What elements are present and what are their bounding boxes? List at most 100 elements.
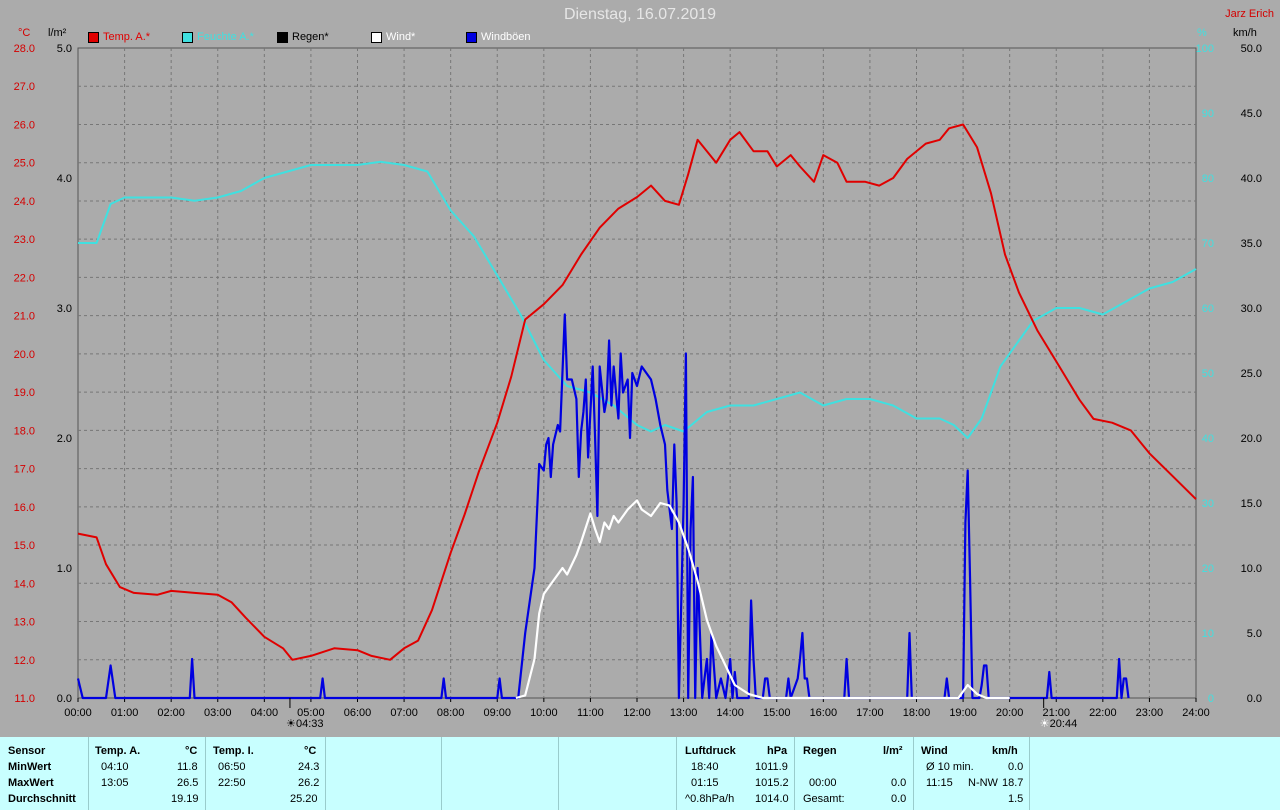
grid (77, 47, 1197, 699)
temp-tick-label: 17.0 (14, 464, 35, 476)
humidity-tick-label: 20 (1202, 563, 1214, 575)
x-tick-label: 17:00 (856, 707, 884, 719)
wind-tick-label: 5.0 (1247, 628, 1262, 640)
temp-tick-label: 26.0 (14, 119, 35, 131)
unit-pct-label: % (1197, 27, 1207, 39)
x-tick-label: 09:00 (483, 707, 511, 719)
rain-tick-label: 1.0 (57, 563, 72, 575)
wind-header: Wind (921, 745, 948, 757)
author-label: Jarz Erich (1225, 8, 1274, 20)
wind-tick-label: 10.0 (1241, 563, 1262, 575)
stats-col-empty-2 (441, 737, 559, 810)
stats-row-avg: Durchschnitt (8, 793, 76, 805)
stats-col-empty-1 (325, 737, 442, 810)
weather-chart: 00:00 01:00 02:00 03:00 04:00 05:00 06:00 07:00… (14, 43, 1262, 730)
x-tick-label: 08:00 (437, 707, 465, 719)
temp-tick-label: 25.0 (14, 158, 35, 170)
pressure-min-time: 18:40 (691, 761, 719, 773)
pressure-max-time: 01:15 (691, 777, 719, 789)
pressure-unit: hPa (767, 745, 788, 757)
x-tick-label: 06:00 (344, 707, 372, 719)
rain-tick-label: 3.0 (57, 303, 72, 315)
x-tick-label: 02:00 (157, 707, 185, 719)
wind-tick-label: 35.0 (1241, 238, 1262, 250)
temp-a-max: 26.5 (177, 777, 199, 789)
wind-avg10: 0.0 (1008, 761, 1024, 773)
x-tick-label: 24:00 (1182, 707, 1210, 719)
rain-unit: l/m² (883, 745, 903, 757)
sunset-label: 20:44 (1050, 718, 1078, 730)
legend-label-temp: Temp. A.* (103, 31, 151, 43)
temp-tick-label: 24.0 (14, 196, 35, 208)
rain-total: 0.0 (891, 793, 907, 805)
legend-temp[interactable]: Temp. A.* (88, 31, 150, 43)
x-tick-label: 14:00 (716, 707, 744, 719)
temp-tick-label: 19.0 (14, 387, 35, 399)
stats-col-empty-3 (558, 737, 677, 810)
wind-tick-label: 20.0 (1241, 433, 1262, 445)
wind-tick-label: 0.0 (1247, 693, 1262, 705)
stats-col-rain: Regen l/m² 00:00 0.0 Gesamt: 0.0 (794, 737, 914, 810)
x-tick-label: 22:00 (1089, 707, 1117, 719)
pressure-trend-value: 1014.0 (755, 793, 789, 805)
temp-i-unit: °C (304, 745, 317, 757)
humidity-tick-label: 100 (1196, 43, 1214, 55)
legend-wind[interactable]: Wind* (371, 31, 415, 43)
rain-max-time: 00:00 (809, 777, 837, 789)
wind-tick-label: 50.0 (1241, 43, 1262, 55)
x-tick-label: 18:00 (903, 707, 931, 719)
humidity-tick-label: 0 (1208, 693, 1214, 705)
humidity-tick-label: 50 (1202, 368, 1214, 380)
sunrise-icon: ☀ (286, 718, 296, 730)
x-tick-label: 19:00 (949, 707, 977, 719)
temp-a-min: 11.8 (177, 761, 198, 773)
pressure-trend-label: ^0.8hPa/h (685, 793, 735, 805)
x-tick-label: 23:00 (1136, 707, 1164, 719)
x-tick-label: 11:00 (577, 707, 604, 719)
wind-tick-label: 15.0 (1241, 498, 1262, 510)
humidity-tick-label: 70 (1202, 238, 1214, 250)
wind-avg10-label: Ø 10 min. (926, 761, 974, 773)
stats-col-wind: Wind km/h Ø 10 min. 0.0 11:15 N-NW 18.7 … (913, 737, 1030, 810)
rain-total-label: Gesamt: (803, 793, 845, 805)
legend-humidity[interactable]: Feuchte A.* (182, 31, 254, 43)
temp-tick-label: 14.0 (14, 578, 35, 590)
legend-label-humidity: Feuchte A.* (197, 31, 254, 43)
wind-tick-label: 40.0 (1241, 173, 1262, 185)
stats-col-temp-a: Temp. A. °C 04:10 11.8 13:05 26.5 19.19 (88, 737, 206, 810)
legend-swatch-wind (371, 31, 382, 43)
x-tick-label: 10:00 (530, 707, 558, 719)
x-tick-label: 07:00 (390, 707, 418, 719)
temp-a-avg: 19.19 (171, 793, 199, 805)
x-tick-label: 12:00 (623, 707, 651, 719)
stats-sensor-header: Sensor (8, 745, 46, 757)
unit-temp-label: °C (18, 27, 31, 39)
wind-max-time: 11:15 (926, 777, 953, 789)
legend-swatch-temp (88, 31, 99, 43)
humidity-tick-label: 30 (1202, 498, 1214, 510)
stats-panel: Sensor MinWert MaxWert Durchschnitt Temp… (0, 737, 1280, 810)
legend-gusts[interactable]: Windböen (466, 31, 531, 43)
x-tick-label: 16:00 (810, 707, 838, 719)
x-tick-label: 20:00 (996, 707, 1024, 719)
sunrise-label: 04:33 (296, 718, 324, 730)
x-tick-label: 15:00 (763, 707, 791, 719)
temp-tick-label: 12.0 (14, 655, 35, 667)
wind-unit: km/h (992, 745, 1018, 757)
temp-i-max-time: 22:50 (218, 777, 246, 789)
temp-tick-label: 21.0 (14, 311, 35, 323)
rain-max: 0.0 (891, 777, 907, 789)
legend-swatch-humidity (182, 31, 193, 43)
chart-title: Dienstag, 16.07.2019 (563, 6, 717, 23)
temp-tick-label: 20.0 (14, 349, 35, 361)
temp-tick-label: 18.0 (14, 425, 35, 437)
stats-row-min: MinWert (8, 761, 52, 773)
wind-avg: 1.5 (1008, 793, 1024, 805)
x-tick-label: 00:00 (64, 707, 92, 719)
legend-rain[interactable]: Regen* (277, 31, 329, 43)
legend-swatch-gusts (466, 31, 477, 43)
series-line-windben (76, 313, 1130, 700)
humidity-tick-label: 40 (1202, 433, 1214, 445)
temp-tick-label: 28.0 (14, 43, 35, 55)
temp-a-min-time: 04:10 (101, 761, 129, 773)
